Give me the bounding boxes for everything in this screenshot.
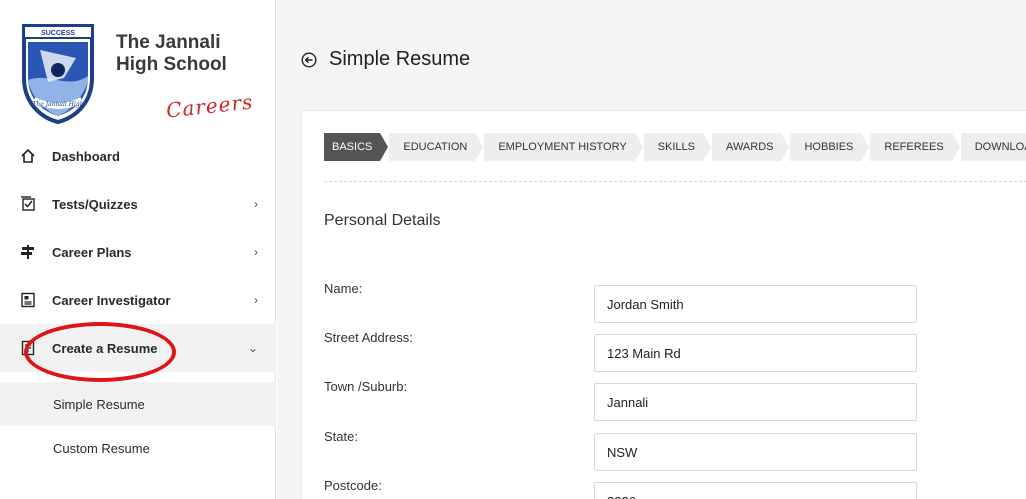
form-row-name: Name: bbox=[324, 281, 924, 323]
svg-text:The Jannali High: The Jannali High bbox=[32, 101, 83, 108]
sidebar-subitem-simple-resume[interactable]: Simple Resume bbox=[0, 382, 276, 426]
step-awards[interactable]: AWARDS bbox=[712, 133, 791, 161]
page-title: Simple Resume bbox=[329, 48, 471, 70]
school-name: The Jannali High School bbox=[116, 32, 227, 76]
street-address-field[interactable] bbox=[594, 334, 917, 372]
chevron-right-icon: › bbox=[254, 293, 258, 307]
form-row-state: State: bbox=[324, 429, 924, 471]
step-employment-history[interactable]: EMPLOYMENT HISTORY bbox=[484, 133, 644, 161]
chevron-right-icon: › bbox=[254, 245, 258, 259]
chevron-down-icon: ⌄ bbox=[247, 341, 258, 355]
sidebar-item-career-investigator[interactable]: Career Investigator › bbox=[0, 276, 276, 324]
checklist-icon bbox=[18, 194, 38, 214]
sidebar-item-label: Tests/Quizzes bbox=[52, 196, 138, 212]
sidebar-item-label: Create a Resume bbox=[52, 340, 158, 356]
resume-icon bbox=[18, 338, 38, 358]
signpost-icon bbox=[18, 242, 38, 262]
school-brand[interactable]: SUCCESS The Jannali High The Jannali Hig… bbox=[18, 16, 268, 126]
chevron-right-icon: › bbox=[254, 197, 258, 211]
form-row-street-address: Street Address: bbox=[324, 330, 924, 372]
submenu-spacer bbox=[0, 372, 276, 382]
back-arrow-icon[interactable] bbox=[301, 51, 317, 68]
page-header: Simple Resume bbox=[301, 48, 470, 71]
step-referees[interactable]: REFEREES bbox=[870, 133, 961, 161]
town-suburb-label: Town /Suburb: bbox=[324, 379, 408, 394]
name-field[interactable] bbox=[594, 285, 917, 323]
step-skills[interactable]: SKILLS bbox=[643, 133, 712, 161]
id-card-icon bbox=[18, 290, 38, 310]
school-name-line2: High School bbox=[116, 54, 227, 75]
step-download[interactable]: DOWNLOAD bbox=[960, 133, 1026, 161]
section-divider bbox=[324, 181, 1026, 182]
form-row-postcode: Postcode: bbox=[324, 478, 924, 499]
school-name-line1: The Jannali bbox=[116, 32, 221, 53]
postcode-field[interactable] bbox=[594, 482, 917, 499]
form-row-town-suburb: Town /Suburb: bbox=[324, 379, 924, 421]
town-suburb-field[interactable] bbox=[594, 383, 917, 421]
sidebar-subitem-custom-resume[interactable]: Custom Resume bbox=[0, 426, 276, 470]
sidebar-item-label: Career Investigator bbox=[52, 292, 171, 308]
sidebar: SUCCESS The Jannali High The Jannali Hig… bbox=[0, 0, 276, 499]
sidebar-item-tests-quizzes[interactable]: Tests/Quizzes › bbox=[0, 180, 276, 228]
sidebar-item-career-plans[interactable]: Career Plans › bbox=[0, 228, 276, 276]
sidebar-item-dashboard[interactable]: Dashboard bbox=[0, 132, 276, 180]
sidebar-item-create-a-resume[interactable]: Create a Resume ⌄ bbox=[0, 324, 276, 372]
sidebar-item-label: Career Plans bbox=[52, 244, 132, 260]
step-hobbies[interactable]: HOBBIES bbox=[790, 133, 870, 161]
name-label: Name: bbox=[324, 281, 363, 296]
main-content: Simple Resume BASICS EDUCATION EMPLOYMEN… bbox=[277, 0, 1026, 499]
resume-steps: BASICS EDUCATION EMPLOYMENT HISTORY SKIL… bbox=[324, 133, 1026, 161]
svg-text:SUCCESS: SUCCESS bbox=[41, 30, 75, 37]
sidebar-nav: Dashboard Tests/Quizzes › Career Plans ›… bbox=[0, 132, 276, 470]
street-address-label: Street Address: bbox=[324, 330, 413, 345]
state-label: State: bbox=[324, 429, 358, 444]
step-education[interactable]: EDUCATION bbox=[389, 133, 484, 161]
step-basics[interactable]: BASICS bbox=[324, 133, 389, 161]
home-icon bbox=[18, 146, 38, 166]
resume-form-card: BASICS EDUCATION EMPLOYMENT HISTORY SKIL… bbox=[301, 110, 1026, 499]
state-field[interactable] bbox=[594, 433, 917, 471]
section-title: Personal Details bbox=[324, 212, 441, 229]
postcode-label: Postcode: bbox=[324, 478, 382, 493]
school-crest-logo: SUCCESS The Jannali High bbox=[22, 24, 94, 124]
sidebar-item-label: Dashboard bbox=[52, 148, 120, 164]
careers-tagline: Careers bbox=[164, 89, 255, 123]
